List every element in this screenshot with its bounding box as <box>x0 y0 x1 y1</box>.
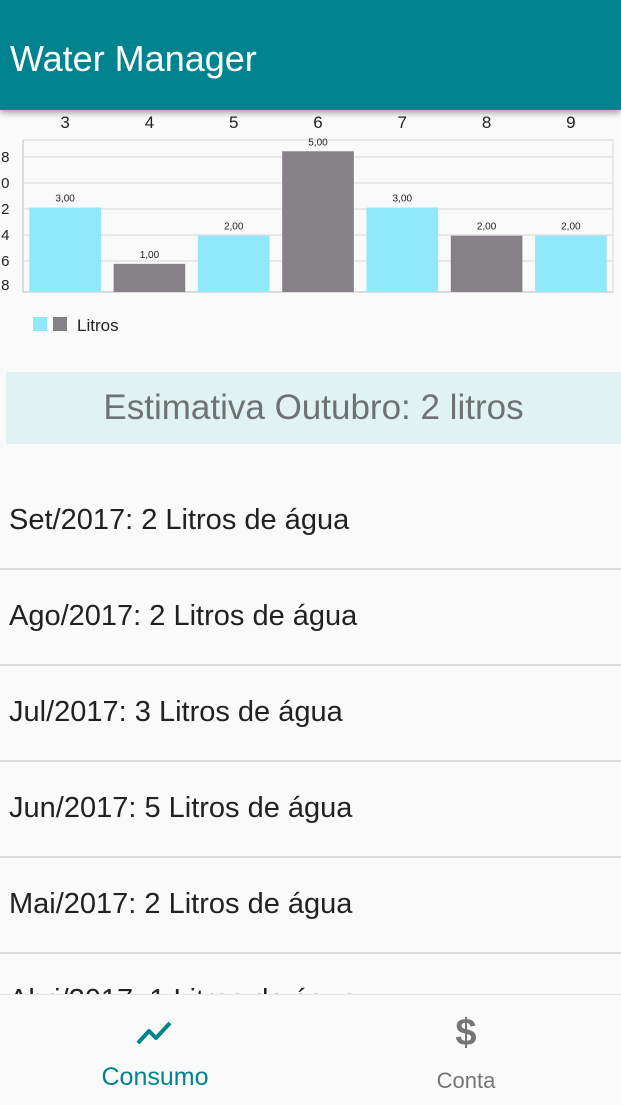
history-item-label: Jul/2017: 3 Litros de água <box>9 696 343 728</box>
nav-conta[interactable]: $ Conta <box>311 995 621 1105</box>
x-tick-label: 5 <box>229 113 238 132</box>
y-tick-label: ,2 <box>0 201 10 218</box>
history-item[interactable]: Mai/2017: 2 Litros de água <box>0 858 621 954</box>
trending-up-icon <box>0 1013 310 1053</box>
app-bar: Water Manager <box>0 0 621 110</box>
x-tick-label: 7 <box>398 113 407 132</box>
legend-swatch <box>33 317 47 331</box>
nav-conta-label: Conta <box>436 1068 496 1093</box>
history-item[interactable]: Set/2017: 2 Litros de água <box>0 474 621 570</box>
history-item-label: Jun/2017: 5 Litros de água <box>9 792 353 824</box>
y-tick-label: ,8 <box>0 277 10 294</box>
history-item[interactable]: Jul/2017: 3 Litros de água <box>0 666 621 762</box>
x-tick-label: 4 <box>145 113 154 132</box>
history-item-label: Abri/2017: 1 Litros de água <box>9 982 357 994</box>
history-item[interactable]: Abri/2017: 1 Litros de água <box>0 954 621 994</box>
data-label: 2,00 <box>561 222 581 233</box>
data-label: 5,00 <box>308 137 328 148</box>
data-label: 3,00 <box>393 194 413 205</box>
data-label: 2,00 <box>477 222 497 233</box>
history-item-label: Mai/2017: 2 Litros de água <box>9 888 353 920</box>
history-list[interactable]: Set/2017: 2 Litros de água Ago/2017: 2 L… <box>0 474 621 994</box>
history-item-label: Set/2017: 2 Litros de água <box>9 504 350 536</box>
app-title: Water Manager <box>10 38 257 79</box>
x-tick-label: 9 <box>566 113 575 132</box>
nav-consumo-label: Consumo <box>101 1063 209 1091</box>
y-tick-label: ,0 <box>0 175 10 192</box>
data-label: 3,00 <box>55 194 75 205</box>
bar <box>282 151 354 292</box>
history-item[interactable]: Jun/2017: 5 Litros de água <box>0 762 621 858</box>
data-label: 1,00 <box>140 250 160 261</box>
y-tick-label: ,4 <box>0 227 10 244</box>
history-item[interactable]: Ago/2017: 2 Litros de água <box>0 570 621 666</box>
bottom-navigation: Consumo $ Conta <box>0 994 621 1105</box>
x-tick-label: 8 <box>482 113 491 132</box>
data-label: 2,00 <box>224 222 244 233</box>
bar <box>535 235 607 292</box>
y-tick-label: ,6 <box>0 253 10 270</box>
consumption-chart: ,8 ,0 ,2 ,4 ,6 ,8 3,00 3 1,00 4 2,00 5 5,00 6 3,00 7 2,0… <box>0 110 621 350</box>
bar <box>450 235 523 292</box>
x-tick-label: 3 <box>60 113 69 132</box>
bar <box>29 207 101 292</box>
x-tick-label: 6 <box>313 113 322 132</box>
estimate-text: Estimativa Outubro: 2 litros <box>103 388 524 427</box>
history-item-label: Ago/2017: 2 Litros de água <box>9 600 358 632</box>
bar <box>197 235 270 292</box>
bar <box>113 263 186 292</box>
dollar-icon: $ <box>455 1012 477 1054</box>
chart-svg: ,8 ,0 ,2 ,4 ,6 ,8 3,00 3 1,00 4 2,00 5 5,00 6 3,00 7 2,0… <box>0 113 614 335</box>
bar <box>366 207 439 292</box>
legend-label: Litros <box>77 316 119 335</box>
estimate-banner: Estimativa Outubro: 2 litros <box>6 372 621 444</box>
legend-swatch <box>53 317 67 331</box>
y-tick-label: ,8 <box>0 149 10 166</box>
nav-consumo[interactable]: Consumo <box>0 995 310 1105</box>
